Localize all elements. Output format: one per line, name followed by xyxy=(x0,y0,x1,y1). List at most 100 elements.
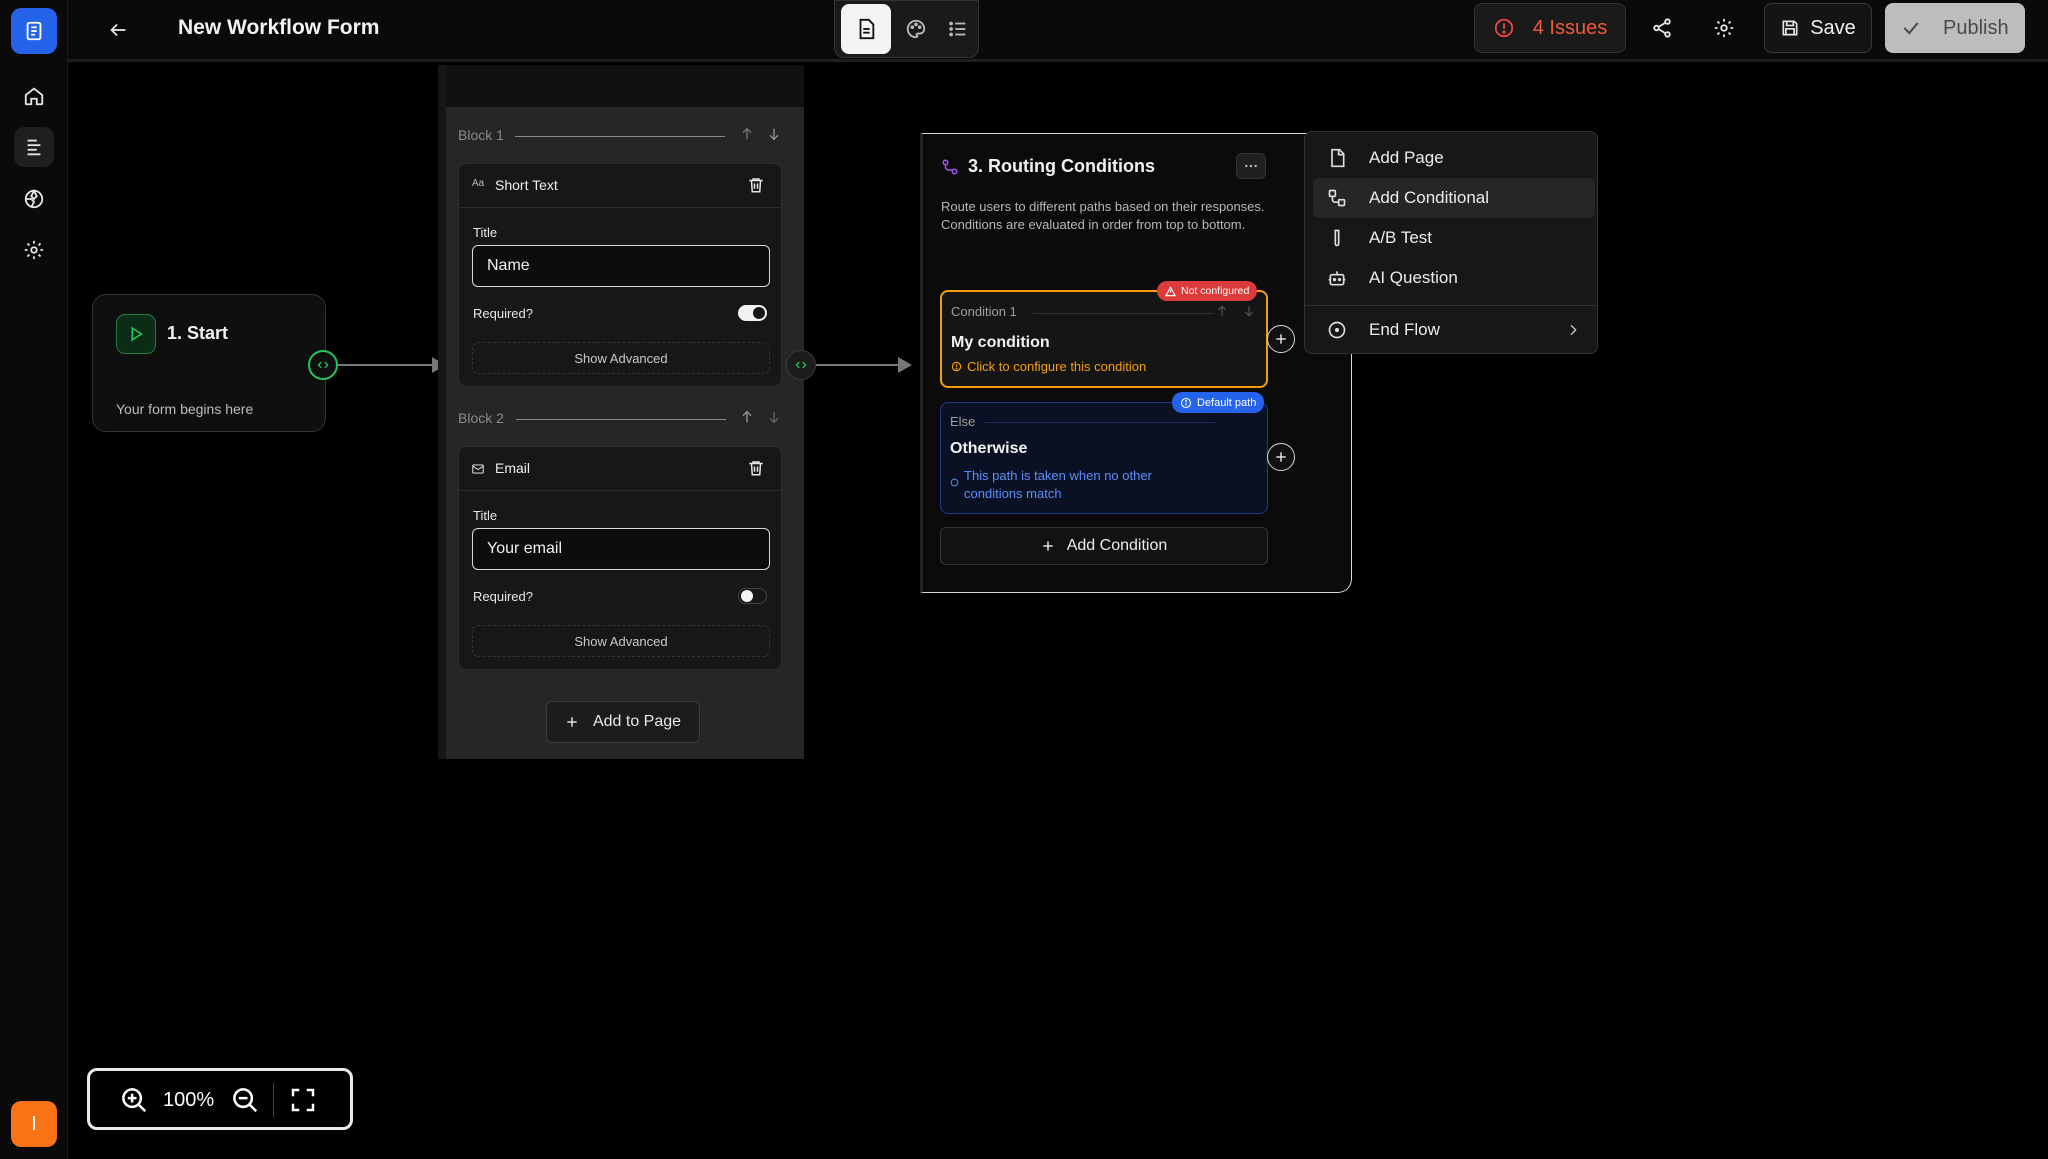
play-icon xyxy=(116,314,156,354)
page-output-handle[interactable] xyxy=(786,350,816,380)
integrations-icon[interactable] xyxy=(14,179,54,219)
condition-name: My condition xyxy=(951,334,1050,351)
menu-label: Add Page xyxy=(1369,148,1444,167)
block-1-required-toggle[interactable] xyxy=(738,305,767,321)
trash-icon[interactable] xyxy=(747,176,765,194)
page-title: New Workflow Form xyxy=(178,16,380,39)
info-circle-icon xyxy=(951,361,962,372)
end-circle-icon xyxy=(1315,320,1359,340)
gear-icon[interactable] xyxy=(1704,10,1744,46)
condition-divider xyxy=(1033,313,1213,314)
start-node-title: 1. Start xyxy=(167,323,229,343)
move-up-icon[interactable] xyxy=(1215,304,1229,318)
add-to-page-label: Add to Page xyxy=(592,713,682,730)
block-2-title-input[interactable]: Your email xyxy=(472,528,770,570)
user-avatar[interactable]: I xyxy=(11,1101,57,1147)
else-hint: This path is taken when no other conditi… xyxy=(950,467,1190,503)
condition-hint: Click to configure this condition xyxy=(951,359,1146,374)
page-node-edge xyxy=(438,65,446,759)
routing-description: Route users to different paths based on … xyxy=(941,199,1265,232)
palette-icon[interactable] xyxy=(897,4,935,54)
list-icon[interactable] xyxy=(939,4,977,54)
not-configured-badge: Not configured xyxy=(1157,281,1258,301)
app-logo-icon[interactable] xyxy=(11,8,57,54)
flask-icon xyxy=(1315,228,1359,248)
zoom-out-icon[interactable] xyxy=(230,1085,260,1115)
block-1-type: Short Text xyxy=(495,177,558,193)
block-1-title-input[interactable]: Name xyxy=(472,245,770,287)
zoom-in-icon[interactable] xyxy=(119,1085,149,1115)
menu-item-ab-test[interactable]: A/B Test xyxy=(1313,218,1595,258)
info-circle-icon xyxy=(1180,397,1192,409)
forms-icon[interactable] xyxy=(14,127,54,167)
else-card[interactable]: Else Otherwise This path is taken when n… xyxy=(940,402,1268,514)
view-tab-group xyxy=(834,0,979,58)
start-node[interactable]: 1. Start Your form begins here xyxy=(92,294,326,432)
document-icon[interactable] xyxy=(841,4,891,54)
left-sidebar: I xyxy=(0,0,68,1159)
move-down-icon[interactable] xyxy=(766,126,782,142)
start-output-handle[interactable] xyxy=(308,350,338,380)
move-down-icon[interactable] xyxy=(766,409,782,425)
condition-add-handle[interactable] xyxy=(1267,325,1295,353)
block-1-card[interactable]: Aa Short Text Title Name Required? Show … xyxy=(458,163,782,387)
block-2-label: Block 2 xyxy=(458,410,504,426)
block-1-label: Block 1 xyxy=(458,127,504,143)
default-path-badge: Default path xyxy=(1172,392,1265,413)
add-node-menu: Add Page Add Conditional A/B Test AI Que… xyxy=(1304,131,1598,354)
save-icon xyxy=(1780,18,1800,38)
save-button[interactable]: Save xyxy=(1764,3,1872,53)
block-1-show-advanced[interactable]: Show Advanced xyxy=(472,342,770,374)
else-add-handle[interactable] xyxy=(1267,443,1295,471)
issues-button[interactable]: 4 Issues xyxy=(1474,3,1626,53)
more-options-icon[interactable] xyxy=(1236,153,1266,179)
else-hint-text: This path is taken when no other conditi… xyxy=(964,468,1152,501)
settings-icon[interactable] xyxy=(14,230,54,270)
share-icon[interactable] xyxy=(1642,10,1682,46)
publish-button[interactable]: Publish xyxy=(1885,3,2025,53)
move-down-icon[interactable] xyxy=(1242,304,1256,318)
block-2-divider xyxy=(516,419,726,420)
else-label: Else xyxy=(950,414,976,429)
page-node: Block 1 Aa Short Text Title Name Require… xyxy=(446,65,804,759)
block-2-required-toggle[interactable] xyxy=(738,588,767,604)
page-icon xyxy=(1315,148,1359,168)
zoom-controls: 100% xyxy=(87,1068,353,1130)
menu-item-ai-question[interactable]: AI Question xyxy=(1313,258,1595,298)
routing-icon xyxy=(941,158,959,176)
else-divider xyxy=(985,422,1215,423)
menu-divider xyxy=(1305,305,1597,306)
menu-item-add-conditional[interactable]: Add Conditional xyxy=(1313,178,1595,218)
menu-item-add-page[interactable]: Add Page xyxy=(1313,138,1595,178)
menu-label: AI Question xyxy=(1369,268,1458,287)
publish-label: Publish xyxy=(1943,16,2009,39)
block-1-title-label: Title xyxy=(473,225,498,240)
home-icon[interactable] xyxy=(14,76,54,116)
robot-icon xyxy=(1315,268,1359,288)
fit-view-icon[interactable] xyxy=(288,1085,318,1115)
back-arrow-icon[interactable] xyxy=(100,12,136,48)
add-to-page-button[interactable]: Add to Page xyxy=(546,701,700,743)
add-condition-button[interactable]: Add Condition xyxy=(940,527,1268,565)
mail-icon xyxy=(471,462,485,476)
block-1-required-label: Required? xyxy=(473,306,533,321)
info-circle-icon xyxy=(950,478,959,503)
plus-icon xyxy=(565,715,579,729)
edge-start-to-page xyxy=(338,357,446,373)
default-path-text: Default path xyxy=(1197,396,1257,409)
trash-icon[interactable] xyxy=(747,459,765,477)
menu-item-end-flow[interactable]: End Flow xyxy=(1313,310,1595,350)
conditional-icon xyxy=(1315,188,1359,208)
move-up-icon[interactable] xyxy=(739,126,755,142)
condition-card[interactable]: Condition 1 My condition Click to config… xyxy=(940,290,1268,388)
block-2-show-advanced[interactable]: Show Advanced xyxy=(472,625,770,657)
alert-circle-icon xyxy=(1493,17,1515,39)
flow-canvas[interactable]: 1. Start Your form begins here Block 1 A… xyxy=(68,65,2048,1159)
zoom-divider xyxy=(273,1083,274,1117)
block-2-card[interactable]: Email Title Your email Required? Show Ad… xyxy=(458,446,782,670)
routing-title: 3. Routing Conditions xyxy=(968,156,1155,176)
move-up-icon[interactable] xyxy=(739,409,755,425)
menu-label: Add Conditional xyxy=(1369,188,1490,207)
routing-node[interactable]: 3. Routing Conditions Route users to dif… xyxy=(920,133,1352,593)
menu-label: End Flow xyxy=(1369,320,1440,339)
